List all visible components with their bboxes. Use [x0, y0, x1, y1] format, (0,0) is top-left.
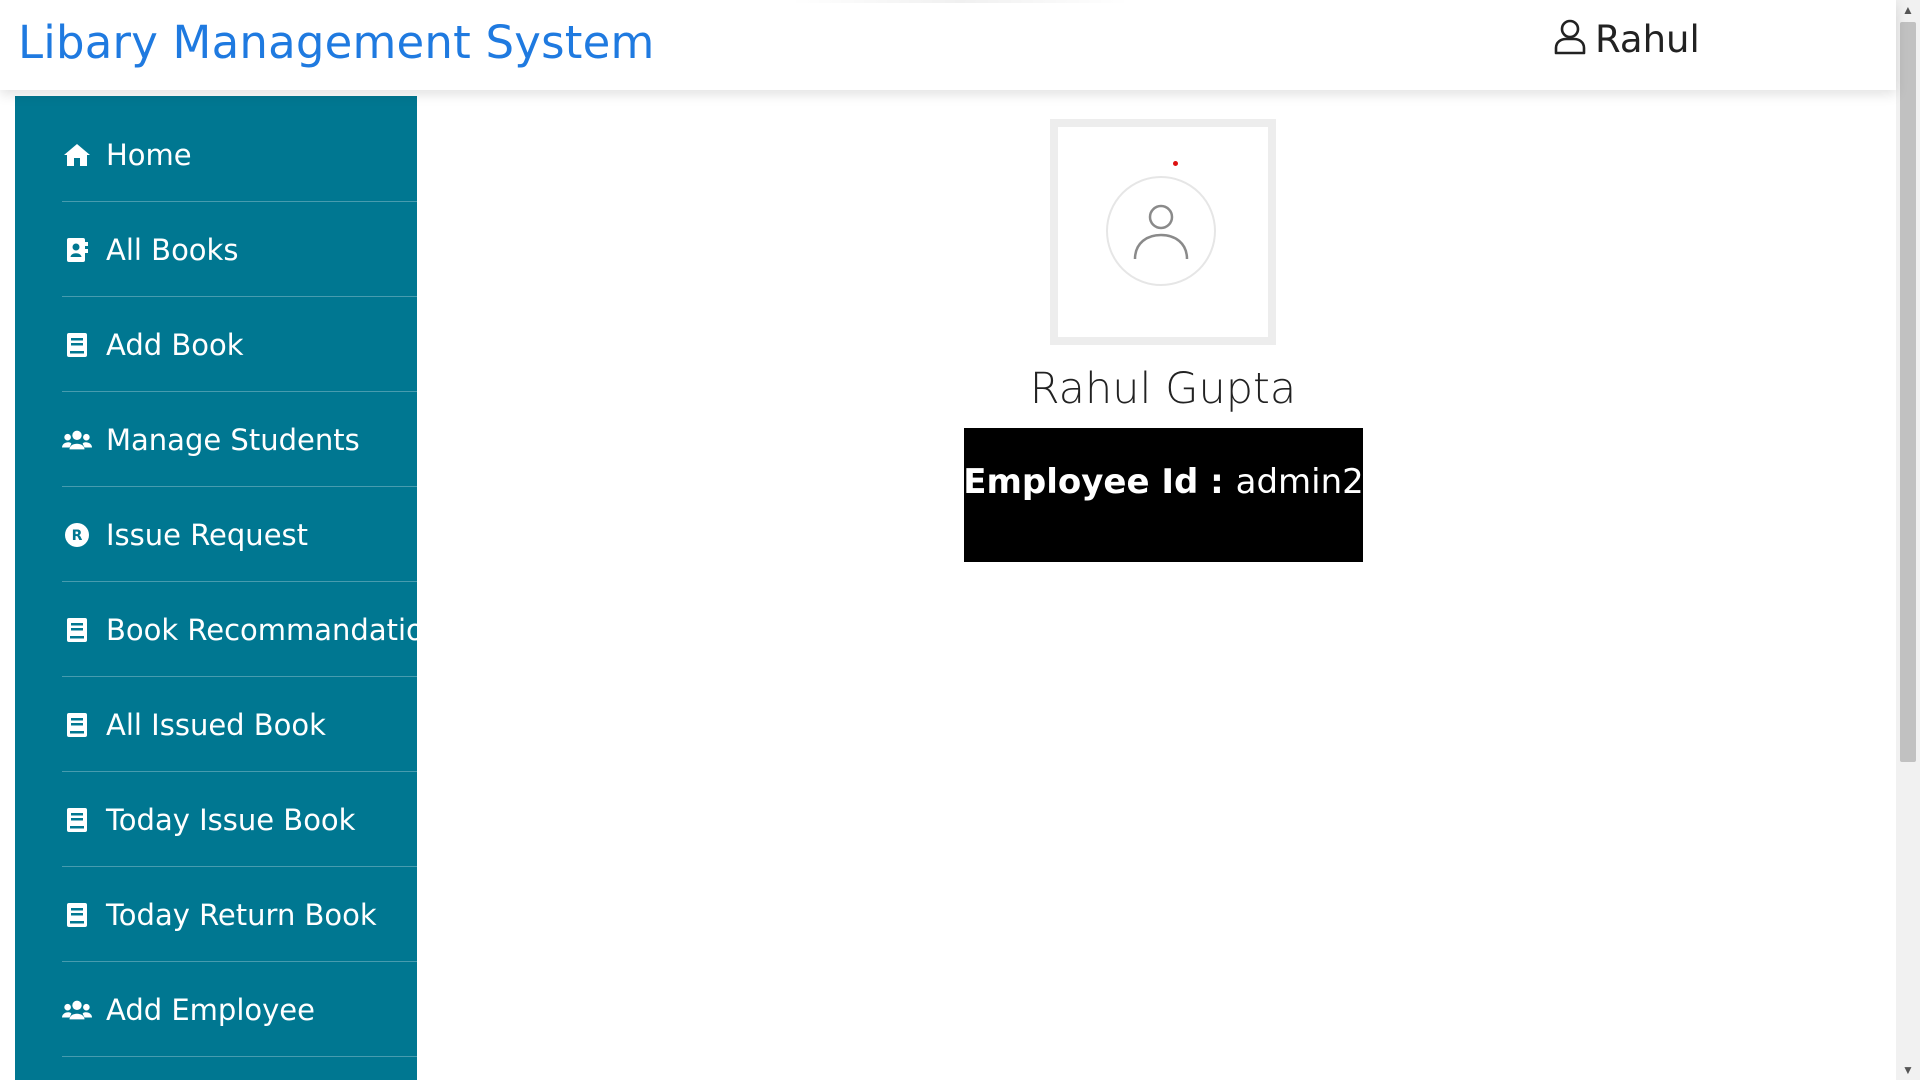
address-book-icon [62, 235, 92, 265]
sidebar-item-label: Book Recommandation [106, 612, 417, 647]
sidebar-item-label: Home [106, 137, 192, 172]
page-scrollbar[interactable]: ▲ ▼ [1896, 0, 1920, 1080]
sidebar-item-today-return-book[interactable]: Today Return Book [62, 868, 417, 962]
app-title[interactable]: Libary Management System [18, 20, 655, 65]
book-icon [62, 330, 92, 360]
top-shadow-hint [790, 0, 1130, 3]
sidebar-item-issue-request[interactable]: R Issue Request [62, 488, 417, 582]
scroll-down-arrow-icon[interactable]: ▼ [1896, 1060, 1920, 1080]
user-avatar-icon [1106, 176, 1216, 286]
profile-full-name: Rahul Gupta [1029, 364, 1297, 414]
sidebar-item-label: Manage Students [106, 422, 360, 457]
sidebar-item-label: Add Book [106, 327, 244, 362]
user-name: Rahul [1595, 17, 1700, 61]
status-dot [1173, 161, 1178, 166]
sidebar-item-home[interactable]: Home [62, 108, 417, 202]
scrollbar-thumb[interactable] [1900, 22, 1916, 762]
profile-photo-frame [1050, 119, 1276, 345]
sidebar-item-book-recommandation[interactable]: Book Recommandation [62, 583, 417, 677]
top-navbar: Libary Management System Rahul [0, 0, 1896, 90]
sidebar-item-label: Issue Request [106, 517, 309, 552]
book-icon [62, 805, 92, 835]
sidebar-item-add-book[interactable]: Add Book [62, 298, 417, 392]
users-icon [62, 995, 92, 1025]
sidebar-item-label: All Books [106, 232, 239, 267]
user-icon [1553, 19, 1587, 60]
sidebar-item-all-issued-book[interactable]: All Issued Book [62, 678, 417, 772]
sidebar-item-add-employee[interactable]: Add Employee [62, 963, 417, 1057]
employee-id-label: Employee Id : [963, 462, 1236, 502]
users-icon [62, 425, 92, 455]
employee-id-box: Employee Id : admin2 [963, 428, 1364, 562]
book-icon [62, 900, 92, 930]
scroll-up-arrow-icon[interactable]: ▲ [1896, 0, 1920, 20]
home-icon [62, 140, 92, 170]
sidebar-item-today-issue-book[interactable]: Today Issue Book [62, 773, 417, 867]
svg-text:R: R [72, 528, 83, 544]
sidebar-item-all-books[interactable]: All Books [62, 203, 417, 297]
sidebar-item-label: Today Return Book [106, 897, 377, 932]
book-icon [62, 615, 92, 645]
sidebar-item-label: Add Employee [106, 992, 315, 1027]
user-menu[interactable]: Rahul [1553, 17, 1700, 61]
registered-icon: R [62, 520, 92, 550]
sidebar: Home All Books Add Book Manage Students … [15, 96, 417, 1080]
sidebar-item-label: Today Issue Book [106, 802, 356, 837]
sidebar-item-label: All Issued Book [106, 707, 326, 742]
book-icon [62, 710, 92, 740]
sidebar-item-manage-students[interactable]: Manage Students [62, 393, 417, 487]
employee-id-value: admin2 [1235, 462, 1364, 502]
